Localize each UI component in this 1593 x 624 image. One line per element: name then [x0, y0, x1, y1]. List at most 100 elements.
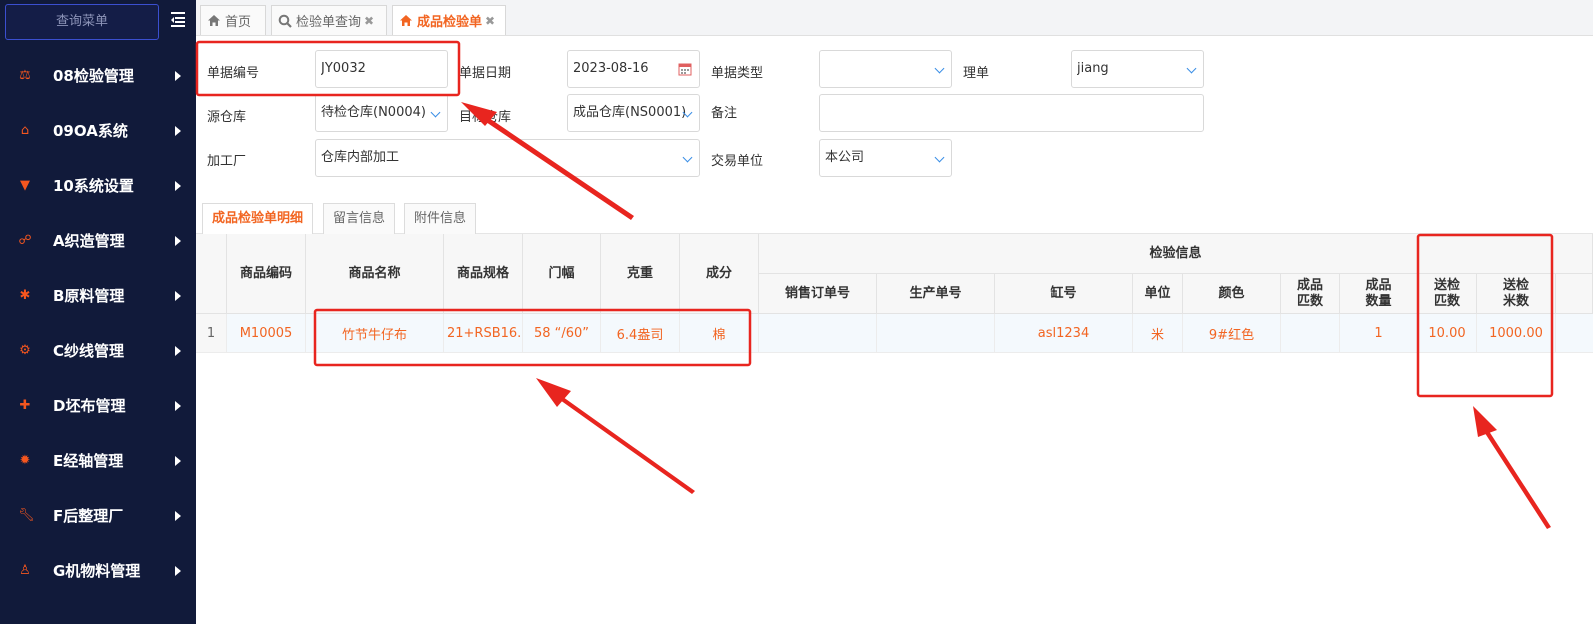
- home-icon: ⌂: [20, 122, 30, 138]
- group-header: 检验信息: [759, 234, 1593, 274]
- menu-collapse-icon[interactable]: [169, 9, 187, 29]
- detail-tab-bar: 成品检验单明细 留言信息 附件信息: [196, 199, 1593, 234]
- col-header[interactable]: 克重: [601, 234, 680, 314]
- gear-icon: ⚙: [19, 342, 31, 358]
- col-header[interactable]: 送检 米数: [1477, 274, 1556, 314]
- sidebar: 查询菜单 ⚖ 08检验管理 ⌂ 09OA系统 ▼ 10系统设置 ☍ A织造管理 …: [0, 0, 196, 624]
- calendar-icon[interactable]: [678, 62, 692, 76]
- tab-messages[interactable]: 留言信息: [323, 203, 396, 234]
- person-icon: ♙: [19, 562, 31, 578]
- col-header[interactable]: 生产单号: [877, 274, 995, 314]
- doc-date-label: 单据日期: [459, 66, 512, 81]
- src-warehouse-select[interactable]: 待检仓库(N0004): [315, 94, 448, 132]
- chevron-right-icon: [175, 345, 181, 356]
- sidebar-item-oa[interactable]: ⌂ 09OA系统: [0, 103, 196, 158]
- burst-icon: ✹: [19, 452, 31, 468]
- tab-finished-inspection[interactable]: 成品检验单 ✖: [392, 5, 506, 35]
- col-header[interactable]: 销售订单号: [759, 274, 877, 314]
- table-cell[interactable]: 9#红色: [1183, 314, 1281, 353]
- table-cell[interactable]: 6.4盎司: [601, 314, 680, 353]
- sidebar-item-warp-beam[interactable]: ✹ E经轴管理: [0, 433, 196, 488]
- chevron-right-icon: [175, 290, 181, 301]
- remark-input[interactable]: [819, 94, 1204, 132]
- dst-warehouse-select[interactable]: 成品仓库(NS0001): [567, 94, 700, 132]
- factory-label: 加工厂: [207, 154, 247, 169]
- doc-date-field[interactable]: 2023-08-16: [567, 50, 700, 88]
- table-cell[interactable]: 竹节牛仔布: [306, 314, 444, 353]
- row-number-header: [196, 234, 227, 314]
- table-cell[interactable]: 1000.00: [1477, 314, 1556, 353]
- chevron-right-icon: [175, 70, 181, 81]
- sidebar-item-machine-material[interactable]: ♙ G机物料管理: [0, 543, 196, 598]
- src-warehouse-label: 源仓库: [207, 110, 247, 125]
- col-header[interactable]: 门幅: [523, 234, 601, 314]
- chevron-right-icon: [175, 455, 181, 466]
- sidebar-item-yarn[interactable]: ⚙ C纱线管理: [0, 323, 196, 378]
- trade-unit-label: 交易单位: [711, 154, 764, 169]
- page-tab-bar: 首页 检验单查询 ✖ 成品检验单 ✖: [196, 0, 1593, 36]
- search-icon: [278, 14, 292, 28]
- col-header[interactable]: 缸号: [995, 274, 1133, 314]
- tab-inspection-detail[interactable]: 成品检验单明细: [202, 203, 314, 234]
- col-header[interactable]: 颜色: [1183, 274, 1281, 314]
- remark-label: 备注: [711, 106, 738, 121]
- sidebar-item-settings[interactable]: ▼ 10系统设置: [0, 158, 196, 213]
- annotation-arrow: [547, 387, 695, 494]
- col-header[interactable]: 成品 数量: [1340, 274, 1418, 314]
- sidebar-item-raw-material[interactable]: ✱ B原料管理: [0, 268, 196, 323]
- chevron-right-icon: [175, 180, 181, 191]
- table-cell[interactable]: 10.00: [1418, 314, 1477, 353]
- doc-type-select[interactable]: [819, 50, 952, 88]
- home-icon: [207, 14, 221, 28]
- chevron-right-icon: [175, 565, 181, 576]
- col-header[interactable]: 成品 匹数: [1281, 274, 1340, 314]
- col-header[interactable]: 成分: [680, 234, 759, 314]
- chevron-right-icon: [175, 510, 181, 521]
- col-header[interactable]: 单位: [1133, 274, 1183, 314]
- table-cell[interactable]: 21+RSB16.5: [444, 314, 523, 353]
- tab-attachments[interactable]: 附件信息: [404, 203, 477, 234]
- wrench-icon: 🔧︎: [18, 507, 35, 523]
- home-icon: [399, 14, 413, 28]
- factory-select[interactable]: 仓库内部加工: [315, 139, 700, 177]
- chevron-right-icon: [175, 400, 181, 411]
- table-cell[interactable]: [1281, 314, 1340, 353]
- table-cell[interactable]: 58 “/60”: [523, 314, 601, 353]
- tab-inspection-query[interactable]: 检验单查询 ✖: [271, 5, 387, 35]
- close-icon[interactable]: ✖: [364, 14, 374, 28]
- table-cell[interactable]: 米: [1133, 314, 1183, 353]
- row-number: 1: [196, 314, 227, 353]
- tab-home[interactable]: 首页: [200, 5, 266, 35]
- filter-icon: ▼: [20, 177, 30, 193]
- trade-unit-select[interactable]: 本公司: [819, 139, 952, 177]
- annotation-arrow: [1481, 425, 1551, 529]
- table-cell[interactable]: 棉: [680, 314, 759, 353]
- sidebar-item-inspection[interactable]: ⚖ 08检验管理: [0, 48, 196, 103]
- col-header[interactable]: 送检 匹数: [1418, 274, 1477, 314]
- col-header-filler: [1556, 274, 1593, 314]
- chevron-down-icon: [934, 63, 945, 74]
- table-cell[interactable]: 1: [1340, 314, 1418, 353]
- sidebar-item-weaving[interactable]: ☍ A织造管理: [0, 213, 196, 268]
- col-header[interactable]: 商品名称: [306, 234, 444, 314]
- close-icon[interactable]: ✖: [485, 14, 495, 28]
- sidebar-item-finishing[interactable]: 🔧︎ F后整理厂: [0, 488, 196, 543]
- col-header[interactable]: 商品编码: [227, 234, 306, 314]
- asterisk-icon: ✱: [19, 287, 31, 303]
- table-cell[interactable]: [877, 314, 995, 353]
- doc-no-field[interactable]: JY0032: [315, 50, 448, 88]
- sidebar-item-grey-fabric[interactable]: ✚ D坯布管理: [0, 378, 196, 433]
- manager-select[interactable]: jiang: [1071, 50, 1204, 88]
- table-cell[interactable]: asl1234: [995, 314, 1133, 353]
- doc-type-label: 单据类型: [711, 66, 764, 81]
- plus-icon: ✚: [19, 397, 31, 413]
- scale-icon: ⚖: [19, 67, 31, 83]
- doc-no-label: 单据编号: [207, 66, 260, 81]
- manager-label: 理单: [963, 66, 990, 81]
- table-cell[interactable]: M10005: [227, 314, 306, 353]
- table-cell[interactable]: [759, 314, 877, 353]
- col-header[interactable]: 商品规格: [444, 234, 523, 314]
- menu-search-input[interactable]: 查询菜单: [5, 4, 159, 40]
- chevron-right-icon: [175, 235, 181, 246]
- table-cell-filler: [1556, 314, 1593, 353]
